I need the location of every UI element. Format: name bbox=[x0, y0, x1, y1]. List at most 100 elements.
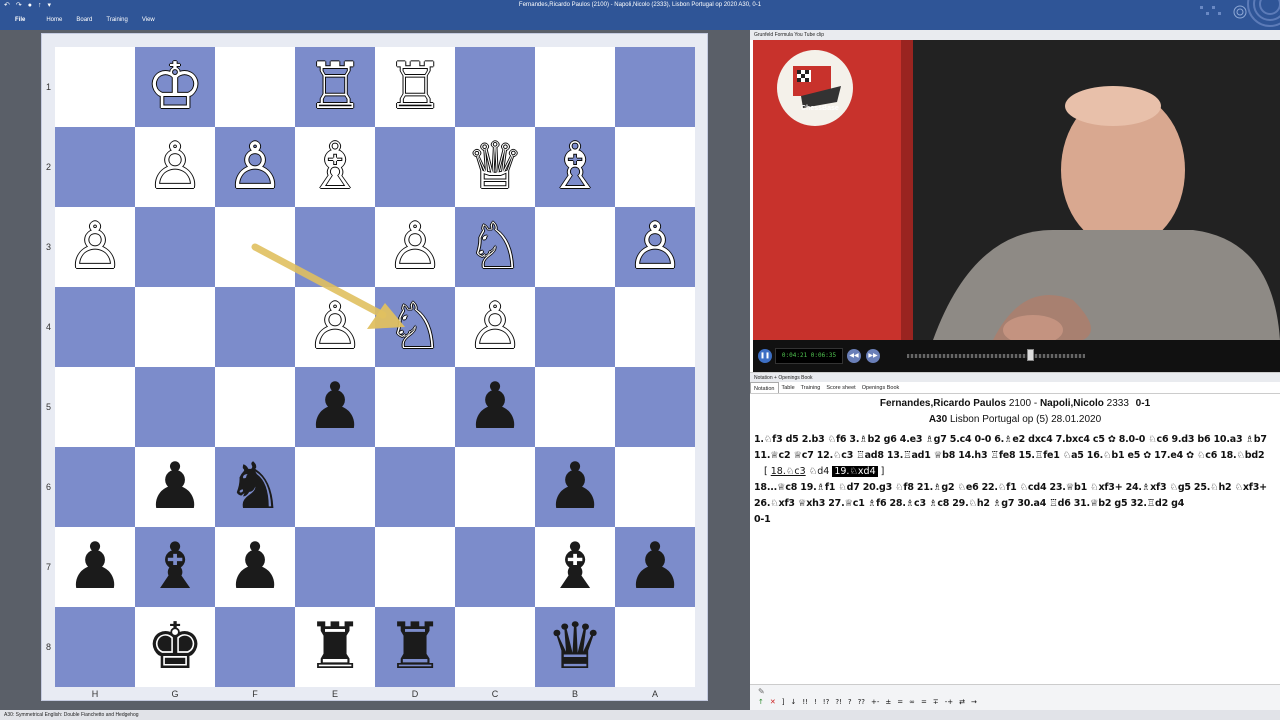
board-square[interactable] bbox=[615, 127, 695, 207]
board-square[interactable]: ♚ bbox=[135, 607, 215, 687]
white-pawn-piece[interactable]: ♙ bbox=[466, 295, 523, 359]
board-square[interactable]: ♙ bbox=[295, 287, 375, 367]
board-square[interactable] bbox=[55, 287, 135, 367]
variation-move[interactable]: 18.♘c3 bbox=[771, 466, 806, 477]
seek-thumb[interactable] bbox=[1027, 349, 1034, 361]
board-square[interactable]: ♙ bbox=[615, 207, 695, 287]
white-knight-piece[interactable]: ♘ bbox=[386, 295, 443, 359]
board-square[interactable] bbox=[615, 47, 695, 127]
board-square[interactable] bbox=[135, 207, 215, 287]
board-square[interactable] bbox=[215, 47, 295, 127]
tab-openings-book[interactable]: Openings Book bbox=[859, 382, 903, 393]
black-rook-piece[interactable]: ♜ bbox=[386, 615, 443, 679]
board-square[interactable] bbox=[455, 527, 535, 607]
board-square[interactable] bbox=[215, 287, 295, 367]
board-square[interactable]: ♗ bbox=[295, 127, 375, 207]
board-square[interactable]: ♙ bbox=[215, 127, 295, 207]
moves-line[interactable]: 18...♕c8 19.♗f1 ♘d7 20.g3 ♘f8 21.♗g2 ♘e6… bbox=[750, 480, 1280, 496]
black-king-piece[interactable]: ♚ bbox=[146, 615, 203, 679]
white-pawn-piece[interactable]: ♙ bbox=[66, 215, 123, 279]
annotation-symbol-button[interactable]: ] bbox=[782, 698, 785, 706]
board-square[interactable]: ♙ bbox=[455, 287, 535, 367]
annotation-symbol-button[interactable]: +- bbox=[871, 698, 879, 706]
black-pawn-piece[interactable]: ♟ bbox=[66, 535, 123, 599]
tab-score-sheet[interactable]: Score sheet bbox=[823, 382, 858, 393]
moves-line[interactable]: 26.♘xf3 ♕xh3 27.♕c1 ♗f6 28.♗c3 ♗c8 29.♘h… bbox=[750, 496, 1280, 512]
board-square[interactable] bbox=[535, 287, 615, 367]
annotation-symbol-button[interactable]: = bbox=[897, 698, 903, 706]
board-square[interactable] bbox=[535, 207, 615, 287]
white-pawn-piece[interactable]: ♙ bbox=[626, 215, 683, 279]
annotation-symbol-button[interactable]: -+ bbox=[945, 698, 953, 706]
annotation-symbol-button[interactable]: ∓ bbox=[933, 698, 939, 706]
board-square[interactable]: ♖ bbox=[295, 47, 375, 127]
annotation-symbol-button[interactable]: ? bbox=[848, 698, 852, 706]
forward-button[interactable]: ▶▶ bbox=[866, 349, 880, 363]
white-bishop-piece[interactable]: ♗ bbox=[306, 135, 363, 199]
board-square[interactable] bbox=[215, 367, 295, 447]
black-pawn-piece[interactable]: ♟ bbox=[306, 375, 363, 439]
white-knight-piece[interactable]: ♘ bbox=[466, 215, 523, 279]
annotation-symbol-button[interactable]: ?? bbox=[858, 698, 865, 706]
board-square[interactable] bbox=[455, 607, 535, 687]
board-square[interactable] bbox=[55, 367, 135, 447]
board-square[interactable] bbox=[135, 287, 215, 367]
paint-icon[interactable]: ✎ bbox=[758, 687, 765, 696]
board-square[interactable] bbox=[615, 447, 695, 527]
board-square[interactable] bbox=[295, 207, 375, 287]
tab-table[interactable]: Table bbox=[779, 382, 798, 393]
white-rook-piece[interactable]: ♖ bbox=[306, 55, 363, 119]
annotation-symbol-button[interactable]: = bbox=[921, 698, 927, 706]
tab-home[interactable]: Home bbox=[39, 17, 69, 23]
board-square[interactable]: ♗ bbox=[535, 127, 615, 207]
annotation-symbol-button[interactable]: ?! bbox=[835, 698, 842, 706]
black-bishop-piece[interactable]: ♝ bbox=[146, 535, 203, 599]
board-square[interactable] bbox=[55, 127, 135, 207]
board-square[interactable]: ♝ bbox=[135, 527, 215, 607]
annotation-symbol-button[interactable]: !! bbox=[802, 698, 808, 706]
rewind-button[interactable]: ◀◀ bbox=[847, 349, 861, 363]
board-square[interactable]: ♟ bbox=[55, 527, 135, 607]
board-square[interactable]: ♟ bbox=[135, 447, 215, 527]
annotation-symbol-button[interactable]: ✕ bbox=[770, 698, 776, 706]
annotation-symbol-button[interactable]: → bbox=[971, 698, 977, 706]
board-square[interactable]: ♖ bbox=[375, 47, 455, 127]
board-square[interactable]: ♟ bbox=[215, 527, 295, 607]
board-square[interactable]: ♜ bbox=[375, 607, 455, 687]
board-square[interactable]: ♙ bbox=[135, 127, 215, 207]
board-square[interactable]: ♙ bbox=[375, 207, 455, 287]
board-square[interactable] bbox=[615, 607, 695, 687]
annotation-symbol-button[interactable]: ↓ bbox=[790, 698, 796, 706]
board-square[interactable]: ♙ bbox=[55, 207, 135, 287]
board-square[interactable] bbox=[55, 447, 135, 527]
board-square[interactable]: ♘ bbox=[375, 287, 455, 367]
white-pawn-piece[interactable]: ♙ bbox=[386, 215, 443, 279]
board-square[interactable]: ♝ bbox=[535, 527, 615, 607]
board-square[interactable]: ♔ bbox=[135, 47, 215, 127]
black-pawn-piece[interactable]: ♟ bbox=[626, 535, 683, 599]
board-square[interactable] bbox=[375, 527, 455, 607]
video-player[interactable]: ChessBase bbox=[753, 40, 1280, 340]
annotation-symbol-button[interactable]: ! bbox=[814, 698, 817, 706]
black-bishop-piece[interactable]: ♝ bbox=[546, 535, 603, 599]
current-move[interactable]: 19.♘xd4 bbox=[832, 466, 878, 477]
board-square[interactable] bbox=[455, 47, 535, 127]
board-square[interactable] bbox=[215, 207, 295, 287]
tab-view[interactable]: View bbox=[135, 17, 162, 23]
board-square[interactable]: ♟ bbox=[535, 447, 615, 527]
tab-training[interactable]: Training bbox=[99, 17, 134, 23]
black-pawn-piece[interactable]: ♟ bbox=[146, 455, 203, 519]
board-square[interactable]: ♛ bbox=[535, 607, 615, 687]
tab-file[interactable]: File bbox=[8, 17, 39, 23]
annotation-symbol-button[interactable]: !? bbox=[823, 698, 830, 706]
board-square[interactable] bbox=[375, 367, 455, 447]
moves-line[interactable]: 11.♕c2 ♕c7 12.♘c3 ♖ad8 13.♖ad1 ♕b8 14.h3… bbox=[750, 448, 1280, 464]
annotation-symbol-button[interactable]: ∞ bbox=[909, 698, 915, 706]
black-pawn-piece[interactable]: ♟ bbox=[226, 535, 283, 599]
seek-track[interactable] bbox=[907, 354, 1085, 358]
board-square[interactable]: ♞ bbox=[215, 447, 295, 527]
board-square[interactable] bbox=[55, 607, 135, 687]
board-square[interactable] bbox=[615, 367, 695, 447]
variation-move[interactable]: ♘d4 bbox=[809, 466, 830, 477]
board-square[interactable] bbox=[615, 287, 695, 367]
